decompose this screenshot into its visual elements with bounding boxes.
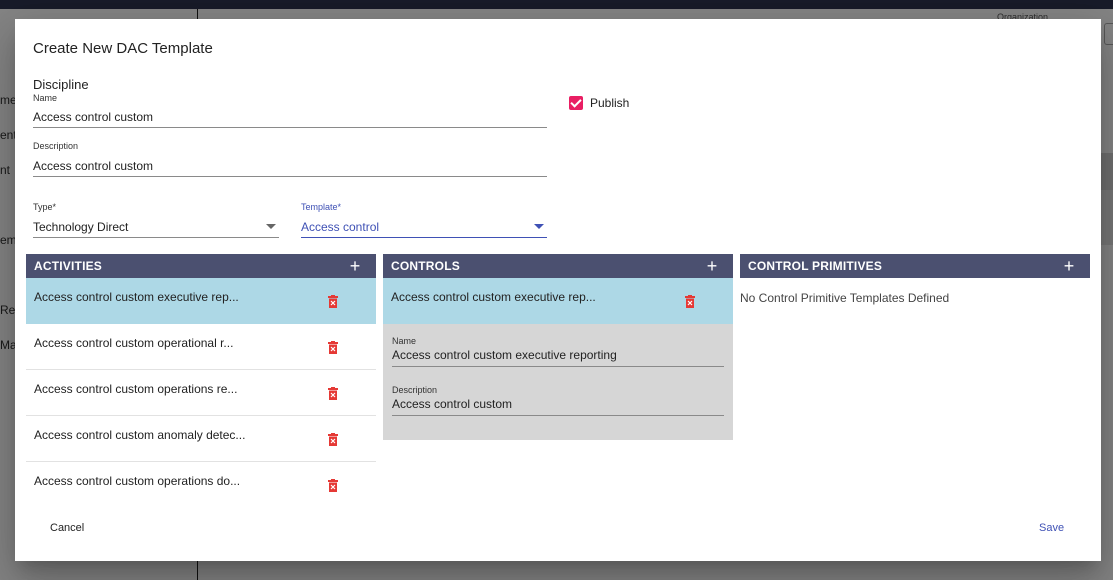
type-select-label: Type* (33, 202, 57, 212)
add-control-primitive-button[interactable]: + (1061, 257, 1077, 275)
cancel-button[interactable]: Cancel (50, 522, 84, 534)
control-description-value[interactable]: Access control custom (392, 397, 512, 411)
activities-header: ACTIVITIES + (26, 254, 376, 278)
activity-item-label: Access control custom operational r... (34, 336, 234, 350)
empty-primitives-message: No Control Primitive Templates Defined (740, 291, 950, 305)
delete-icon[interactable] (685, 295, 695, 308)
control-item-label: Access control custom executive rep... (391, 290, 596, 304)
controls-panel: CONTROLS + Access control custom executi… (383, 254, 733, 440)
description-field-label: Description (33, 141, 79, 151)
dialog-title: Create New DAC Template (33, 40, 213, 57)
activities-title: ACTIVITIES (34, 259, 103, 273)
control-item[interactable]: Access control custom executive rep... (383, 278, 733, 324)
activity-item[interactable]: Access control custom operations do... (26, 462, 376, 508)
template-select-label: Template* (301, 202, 342, 212)
activity-item-label: Access control custom anomaly detec... (34, 428, 246, 442)
delete-icon[interactable] (328, 295, 338, 308)
activities-panel: ACTIVITIES + Access control custom execu… (26, 254, 376, 508)
activity-item[interactable]: Access control custom operational r... (26, 324, 376, 370)
activity-item[interactable]: Access control custom operations re... (26, 370, 376, 416)
control-description-field[interactable]: Description Access control custom (392, 385, 724, 416)
create-dac-template-dialog: Create New DAC Template Discipline Name … (15, 19, 1101, 561)
name-field[interactable]: Name Access control custom (33, 93, 547, 128)
description-field[interactable]: Description Access control custom (33, 141, 547, 177)
delete-icon[interactable] (328, 341, 338, 354)
type-select-value[interactable]: Technology Direct (33, 220, 128, 234)
discipline-section-label: Discipline (33, 77, 89, 92)
name-field-value[interactable]: Access control custom (33, 110, 153, 124)
controls-title: CONTROLS (391, 259, 460, 273)
control-primitives-header: CONTROL PRIMITIVES + (740, 254, 1090, 278)
description-field-value[interactable]: Access control custom (33, 159, 153, 173)
add-control-button[interactable]: + (704, 257, 720, 275)
chevron-down-icon[interactable] (534, 224, 544, 229)
control-description-label: Description (392, 385, 438, 395)
delete-icon[interactable] (328, 479, 338, 492)
control-detail-panel: Name Access control custom executive rep… (383, 324, 733, 440)
control-primitives-title: CONTROL PRIMITIVES (748, 259, 883, 273)
control-name-field[interactable]: Name Access control custom executive rep… (392, 336, 724, 367)
activity-item-label: Access control custom operations do... (34, 474, 241, 488)
activity-item[interactable]: Access control custom executive rep... (26, 278, 376, 324)
save-button[interactable]: Save (1039, 522, 1064, 534)
control-name-value[interactable]: Access control custom executive reportin… (392, 348, 617, 362)
delete-icon[interactable] (328, 433, 338, 446)
type-select[interactable]: Type* Technology Direct (33, 202, 279, 238)
publish-label[interactable]: Publish (590, 96, 629, 110)
publish-checkbox-wrap[interactable]: Publish (569, 96, 629, 110)
template-select-value[interactable]: Access control (301, 220, 379, 234)
control-name-label: Name (392, 336, 417, 346)
template-select[interactable]: Template* Access control (301, 202, 547, 238)
activity-item-label: Access control custom operations re... (34, 382, 238, 396)
chevron-down-icon[interactable] (266, 224, 276, 229)
control-primitives-panel: CONTROL PRIMITIVES + No Control Primitiv… (740, 254, 1090, 305)
publish-checkbox[interactable] (569, 96, 583, 110)
delete-icon[interactable] (328, 387, 338, 400)
controls-header: CONTROLS + (383, 254, 733, 278)
name-field-label: Name (33, 93, 58, 103)
activity-item[interactable]: Access control custom anomaly detec... (26, 416, 376, 462)
activity-item-label: Access control custom executive rep... (34, 290, 239, 304)
add-activity-button[interactable]: + (347, 257, 363, 275)
